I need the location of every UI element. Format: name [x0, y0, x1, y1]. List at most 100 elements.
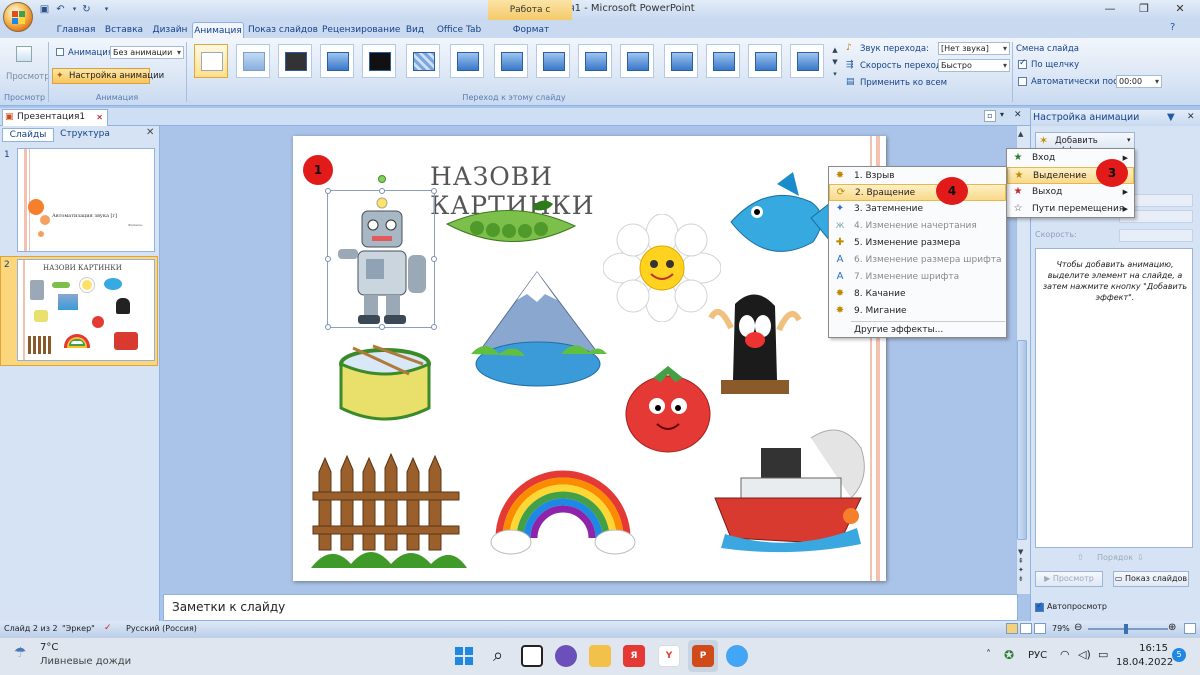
autopreview-checkbox[interactable] — [1035, 601, 1044, 612]
animation-list[interactable]: Чтобы добавить анимацию, выделите элемен… — [1035, 248, 1193, 548]
start-icon[interactable] — [453, 645, 475, 667]
effect-item-9[interactable]: ✸ 9. Мигание — [829, 303, 1006, 320]
panel-close-icon[interactable]: ✕ — [146, 127, 154, 138]
slide-thumb-1[interactable]: Автоматизация звука [г] Филимон — [17, 148, 155, 252]
sorter-view-icon[interactable] — [1020, 623, 1032, 634]
powerpoint-icon[interactable]: P — [692, 645, 714, 667]
transition-dissolve[interactable] — [406, 44, 440, 78]
yandex-icon[interactable]: Я — [623, 645, 645, 667]
effect-item-3[interactable]: ✦ 3. Затемнение — [829, 201, 1006, 218]
rainbow-picture[interactable] — [489, 458, 637, 558]
transition-push-up[interactable] — [578, 44, 612, 78]
on-click-checkbox[interactable] — [1018, 58, 1027, 69]
restore-icon[interactable]: ❐ — [1134, 2, 1154, 18]
chat-icon[interactable] — [555, 645, 577, 667]
fit-window-icon[interactable] — [1184, 623, 1196, 634]
spellcheck-icon[interactable]: ✓ — [104, 623, 112, 633]
effect-item-5[interactable]: ✚ 5. Изменение размера — [829, 235, 1006, 252]
transition-fade-black[interactable] — [278, 44, 312, 78]
task-view-icon[interactable] — [521, 645, 543, 667]
slideshow-button[interactable]: ▭ Показ слайдов — [1113, 571, 1189, 587]
status-language[interactable]: Русский (Россия) — [126, 624, 197, 633]
close-icon[interactable]: ✕ — [1170, 2, 1190, 18]
zoom-level[interactable]: 79% — [1052, 624, 1070, 633]
scroll-thumb[interactable] — [1017, 340, 1027, 540]
doc-tab-close-icon[interactable]: ✕ — [96, 110, 103, 125]
transition-push-down[interactable] — [450, 44, 484, 78]
drum-picture[interactable] — [333, 344, 437, 432]
gallery-scroll[interactable]: ▲ ▼ ▾ — [830, 44, 840, 80]
zoom-slider[interactable] — [1088, 628, 1168, 630]
transition-push-right[interactable] — [536, 44, 570, 78]
transition-cut[interactable] — [320, 44, 354, 78]
tab-office-tab[interactable]: Office Tab — [436, 22, 482, 39]
doc-list-icon[interactable]: ▾ — [1000, 110, 1004, 119]
slide-canvas[interactable]: НАЗОВИ КАРТИНКИ — [293, 136, 886, 581]
help-icon[interactable]: ? — [1170, 22, 1175, 33]
effect-item-2[interactable]: ⟳ 2. Вращение — [829, 184, 1006, 201]
new-doc-icon[interactable]: ▫ — [984, 110, 996, 122]
scroll-page-icons[interactable]: ▼ ⇞ ✦ ⇟ — [1018, 548, 1024, 584]
custom-animation-button[interactable]: ✦ Настройка анимации — [52, 68, 164, 84]
tab-slideshow[interactable]: Показ слайдов — [248, 22, 318, 39]
apply-all-button[interactable]: Применить ко всем — [860, 78, 947, 88]
transition-cover-down[interactable] — [664, 44, 698, 78]
transition-none[interactable] — [194, 44, 228, 78]
peas-picture[interactable] — [443, 196, 579, 258]
tab-insert[interactable]: Вставка — [102, 22, 146, 39]
transition-cut-black[interactable] — [362, 44, 396, 78]
tab-slides[interactable]: Слайды — [2, 128, 54, 142]
battery-icon[interactable]: ▭ — [1098, 648, 1108, 661]
office-button[interactable] — [3, 2, 33, 32]
zoom-in-icon[interactable]: ⊕ — [1168, 622, 1176, 633]
globe-app-icon[interactable] — [726, 645, 748, 667]
pane-close-icon[interactable]: ✕ — [1187, 112, 1195, 122]
rotate-handle[interactable] — [378, 175, 386, 183]
tab-format[interactable]: Формат — [508, 22, 554, 39]
tab-home[interactable]: Главная — [54, 22, 98, 39]
transition-fade-smooth[interactable] — [236, 44, 270, 78]
effect-item-8[interactable]: ✸ 8. Качание — [829, 286, 1006, 303]
notification-badge[interactable]: 5 — [1172, 648, 1186, 662]
sound-select[interactable]: [Нет звука] — [938, 42, 1010, 55]
transition-cover-up[interactable] — [790, 44, 824, 78]
search-icon[interactable]: ⌕ — [487, 645, 509, 667]
normal-view-icon[interactable] — [1006, 623, 1018, 634]
tab-outline[interactable]: Структура — [56, 128, 114, 142]
tab-review[interactable]: Рецензирование — [322, 22, 400, 39]
mountain-lake-picture[interactable] — [465, 268, 611, 392]
clock-date[interactable]: 18.04.2022 — [1116, 657, 1173, 668]
zoom-slider-thumb[interactable] — [1124, 624, 1128, 634]
mole-picture[interactable] — [705, 284, 805, 398]
transition-wipe[interactable] — [620, 44, 654, 78]
auto-after-checkbox[interactable] — [1018, 77, 1027, 86]
transition-cover-left[interactable] — [706, 44, 740, 78]
input-language[interactable]: РУС — [1028, 650, 1047, 661]
robot-picture-selected[interactable] — [325, 175, 437, 330]
tray-expand-icon[interactable]: ˄ — [986, 649, 991, 660]
transition-cover-right[interactable] — [748, 44, 782, 78]
zoom-out-icon[interactable]: ⊖ — [1074, 622, 1082, 633]
notes-field[interactable]: Заметки к слайду — [163, 594, 1018, 621]
weather-icon[interactable]: ☂ — [14, 645, 27, 661]
ship-picture[interactable] — [711, 418, 871, 558]
clock-time[interactable]: 16:15 — [1124, 643, 1168, 654]
fence-picture[interactable] — [311, 452, 467, 568]
tab-design[interactable]: Дизайн — [150, 22, 190, 39]
volume-icon[interactable]: ◁) — [1078, 648, 1091, 661]
auto-after-input[interactable]: 00:00 — [1116, 75, 1162, 88]
slide-thumb-2[interactable]: НАЗОВИ КАРТИНКИ — [17, 259, 155, 361]
wifi-icon[interactable]: ◠ — [1060, 648, 1070, 661]
tab-view[interactable]: Вид — [402, 22, 428, 39]
minimize-icon[interactable]: — — [1100, 2, 1120, 18]
speed-select[interactable]: Быстро — [938, 59, 1010, 72]
file-explorer-icon[interactable] — [589, 645, 611, 667]
tomato-picture[interactable] — [623, 362, 713, 454]
transition-push-left[interactable] — [494, 44, 528, 78]
submenu-motion-paths[interactable]: ☆ Пути перемещения ▶ — [1007, 201, 1134, 218]
tray-app-icon[interactable]: ✪ — [1004, 648, 1014, 662]
scroll-up-icon[interactable]: ▲ — [1018, 130, 1023, 138]
doc-close-icon[interactable]: ✕ — [1014, 110, 1022, 120]
effect-item-1[interactable]: ✸ 1. Взрыв — [829, 168, 1006, 185]
tab-animation[interactable]: Анимация — [192, 22, 244, 39]
